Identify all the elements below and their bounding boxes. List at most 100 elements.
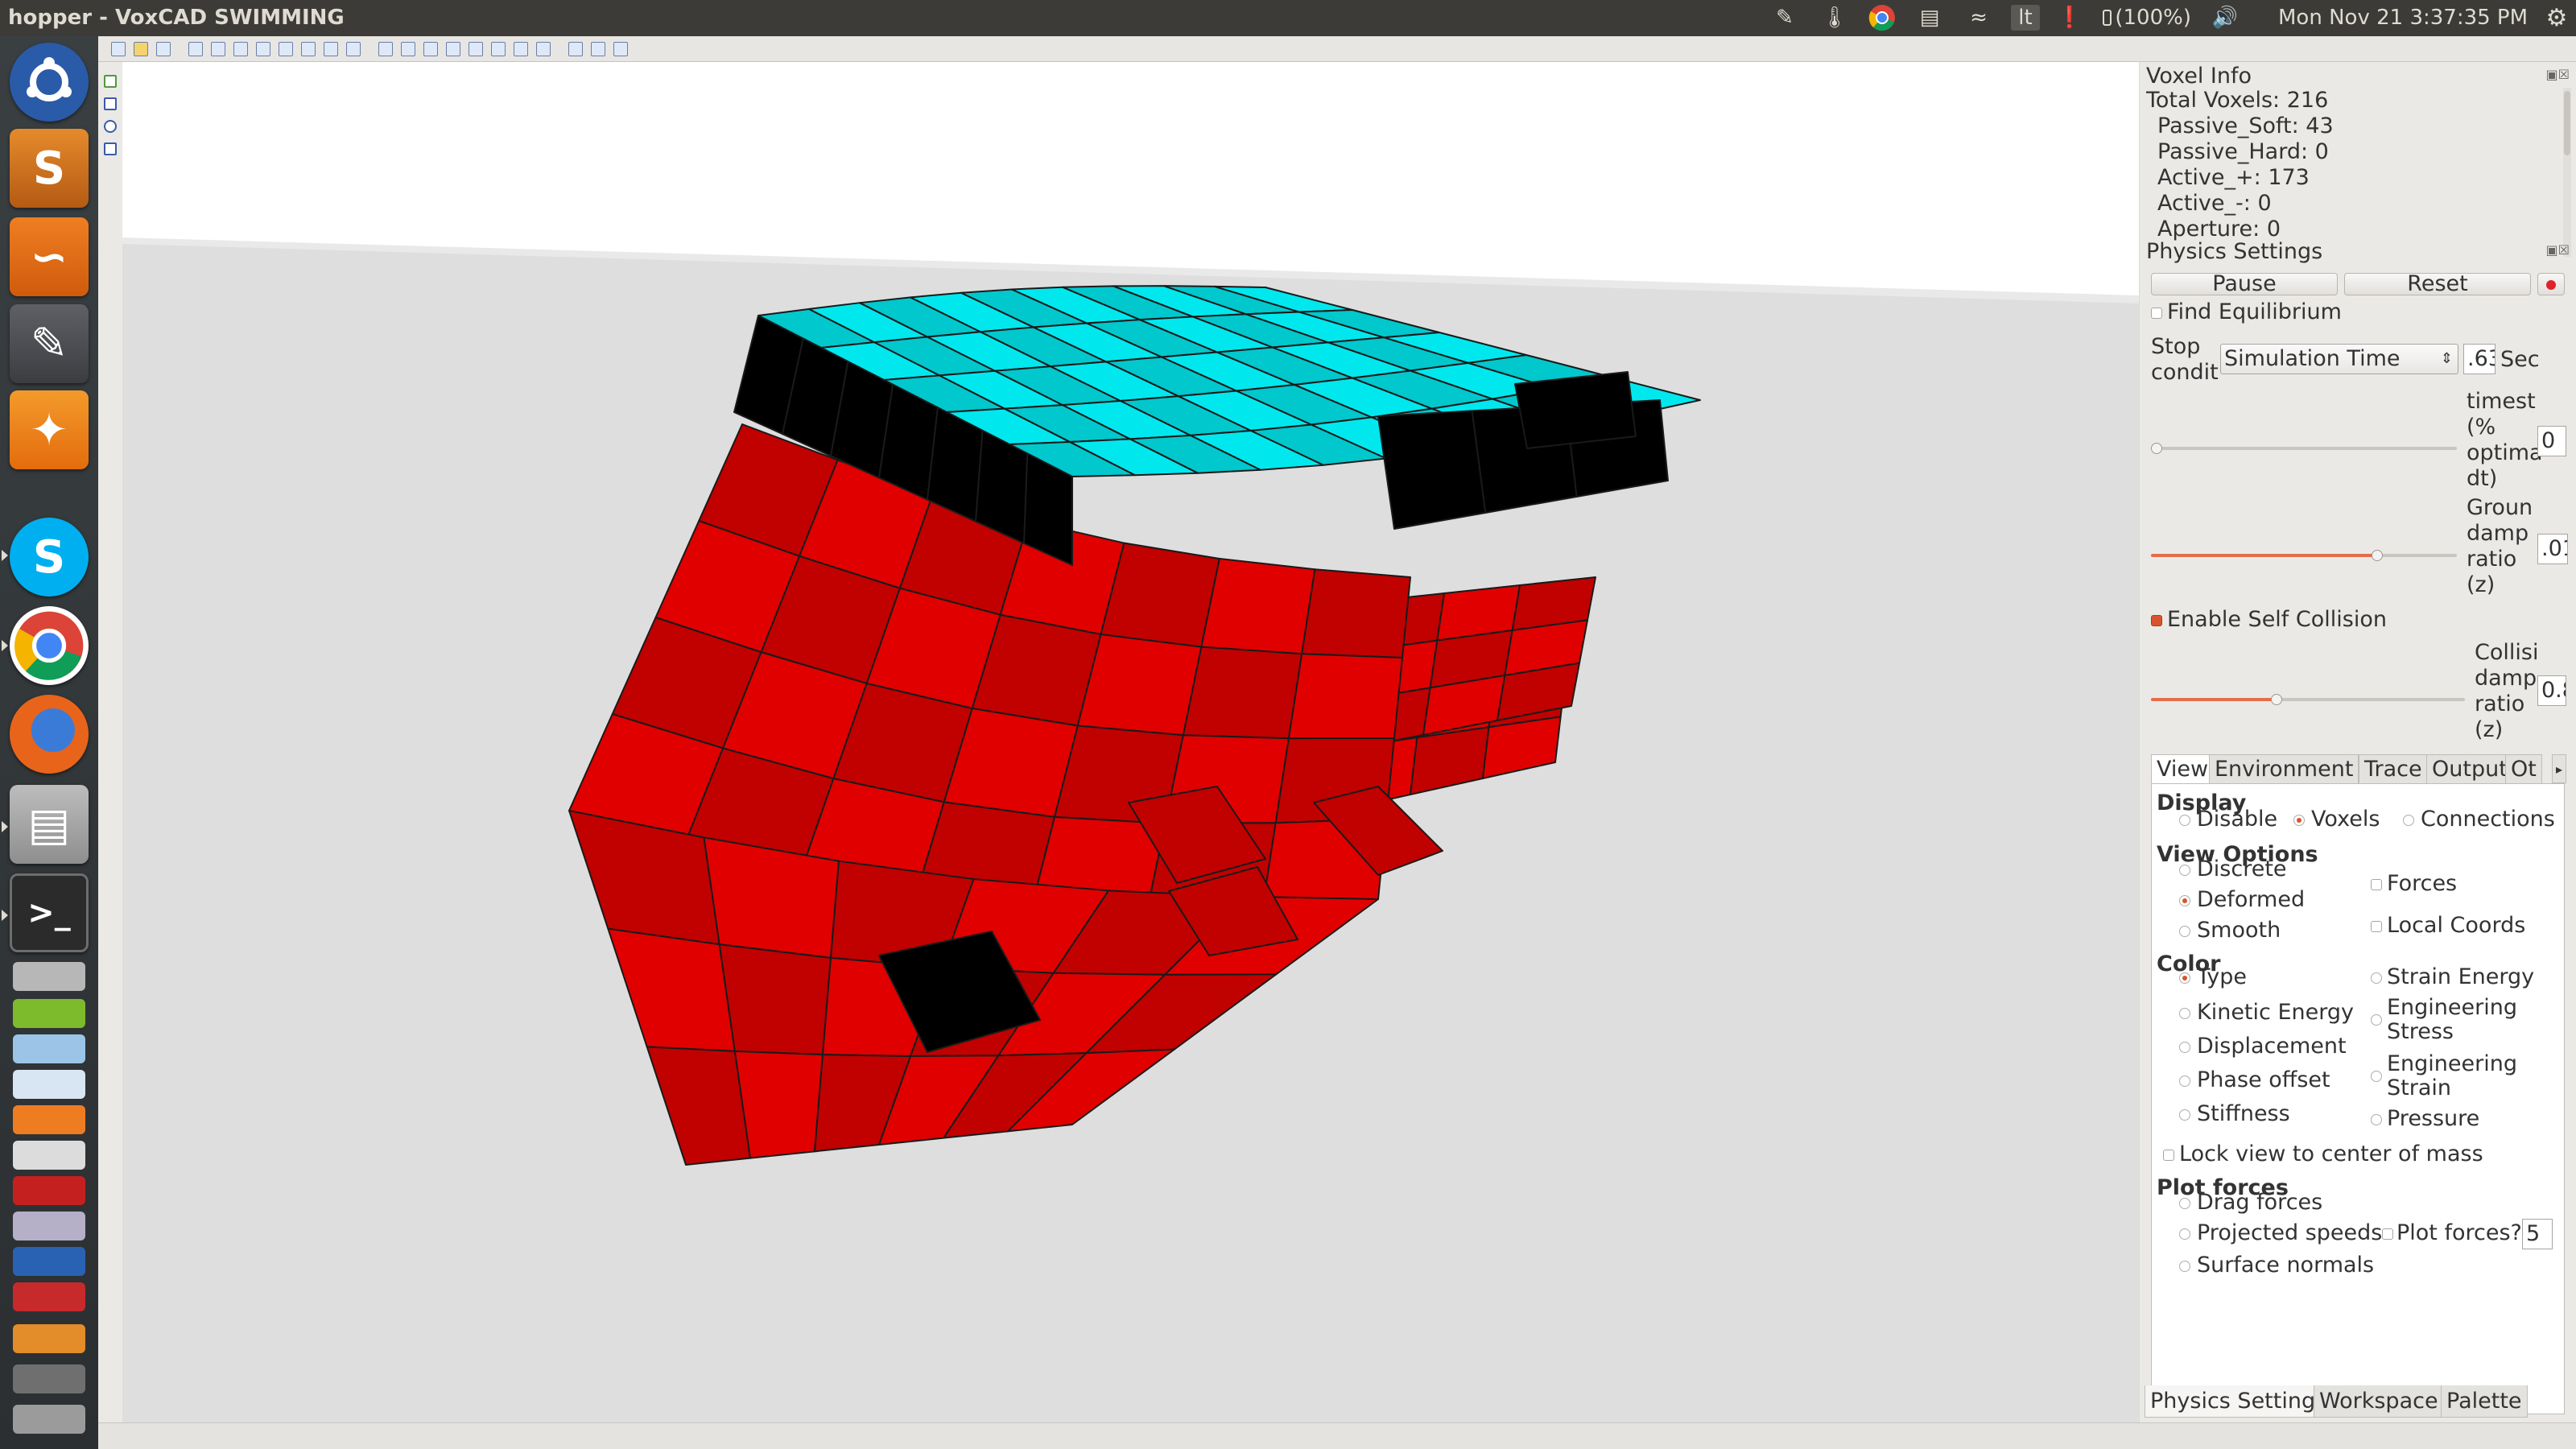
self-collision-checkbox[interactable] [2151, 615, 2162, 626]
kinetic-energy-radio[interactable] [2179, 1008, 2190, 1019]
collision-damping-slider[interactable] [2151, 691, 2465, 708]
pencil-icon[interactable] [423, 42, 438, 56]
projected-speeds-radio[interactable] [2179, 1228, 2190, 1240]
timestep-slider[interactable] [2151, 440, 2457, 456]
new-icon[interactable] [111, 42, 126, 56]
launcher-app-icon[interactable] [13, 1247, 85, 1276]
voxel-info-scrollbar[interactable] [2563, 88, 2571, 257]
zoom-icon[interactable] [188, 42, 203, 56]
view-bottom-icon[interactable] [324, 42, 338, 56]
sublime-text-icon[interactable]: S [10, 129, 89, 208]
launcher-app-icon[interactable] [13, 1364, 85, 1393]
type-radio[interactable] [2179, 972, 2190, 984]
surface-normals-radio[interactable] [2179, 1261, 2190, 1272]
bluetooth-icon[interactable]: ❗ [2057, 5, 2083, 31]
fill-tool-icon[interactable] [104, 142, 117, 155]
record-button[interactable] [2537, 273, 2565, 295]
ubuntu-dash-icon[interactable] [10, 43, 89, 122]
filezilla-icon[interactable] [13, 1176, 85, 1205]
export-icon[interactable] [469, 42, 483, 56]
voxel-scene[interactable] [122, 62, 2139, 1422]
volume-icon[interactable]: 🔊 [2209, 5, 2241, 31]
view-front-icon[interactable] [211, 42, 225, 56]
launcher-app-icon[interactable] [13, 1070, 85, 1099]
lock-view-checkbox[interactable] [2163, 1150, 2174, 1161]
disable-radio[interactable] [2179, 815, 2190, 826]
firefox-icon[interactable] [10, 695, 89, 774]
tab-output[interactable]: Output [2426, 754, 2513, 783]
launcher-app-icon[interactable] [13, 1324, 85, 1353]
grid-icon[interactable] [378, 42, 393, 56]
phase-offset-radio[interactable] [2179, 1075, 2190, 1087]
battery-indicator[interactable]: (100%) [2103, 5, 2191, 31]
monitor-icon[interactable]: ▤ [1916, 5, 1943, 31]
drag-forces-radio[interactable] [2179, 1198, 2190, 1209]
tab-other[interactable]: Ot [2505, 754, 2542, 783]
check-icon[interactable] [446, 42, 460, 56]
gear-icon[interactable]: ⚙ [2542, 4, 2571, 32]
voxels-radio[interactable] [2293, 815, 2305, 826]
engineering-strain-radio[interactable] [2371, 1071, 2382, 1082]
tool-icon[interactable] [401, 42, 415, 56]
engineering-stress-radio[interactable] [2371, 1014, 2382, 1026]
trash-icon[interactable] [13, 1405, 85, 1434]
launcher-app-icon[interactable] [13, 1282, 85, 1311]
clock[interactable]: Mon Nov 21 3:37:35 PM [2278, 5, 2536, 31]
pressure-radio[interactable] [2371, 1114, 2382, 1125]
view-back-icon[interactable] [233, 42, 248, 56]
keyboard-layout-icon[interactable]: lt [2011, 5, 2040, 31]
open-icon[interactable] [134, 42, 148, 56]
tab-palette[interactable]: Palette [2441, 1385, 2528, 1418]
matlab-icon[interactable]: ∽ [10, 217, 89, 296]
skype-icon[interactable]: S [10, 518, 89, 597]
text-editor-icon[interactable]: ✎ [10, 304, 89, 383]
stop-icon[interactable] [591, 42, 605, 56]
tab-workspace[interactable]: Workspace [2314, 1385, 2444, 1418]
view-iso-icon[interactable] [346, 42, 361, 56]
collision-damping-field[interactable]: 0.8 [2537, 675, 2566, 706]
reset-button[interactable]: Reset [2344, 273, 2531, 295]
temperature-icon[interactable]: 🌡 [1821, 5, 1848, 31]
launcher-app-icon[interactable] [13, 999, 85, 1028]
wifi-icon[interactable]: ≈ [1963, 5, 1995, 31]
ellipse-tool-icon[interactable] [104, 120, 117, 133]
strain-energy-radio[interactable] [2371, 972, 2382, 984]
discrete-radio[interactable] [2179, 865, 2190, 876]
launcher-app-icon[interactable] [13, 962, 85, 991]
chrome-icon[interactable] [10, 606, 89, 685]
launcher-app-icon[interactable] [13, 1141, 85, 1170]
blender-icon[interactable]: ✦ [10, 390, 89, 469]
rectangle-tool-icon[interactable] [104, 97, 117, 110]
launcher-app-icon[interactable] [13, 1105, 85, 1134]
tab-physics-settings[interactable]: Physics Settings [2145, 1385, 2333, 1418]
terminal-icon[interactable]: >_ [10, 873, 89, 952]
tab-trace[interactable]: Trace [2359, 754, 2428, 783]
save-icon[interactable] [156, 42, 171, 56]
deformed-radio[interactable] [2179, 895, 2190, 906]
view-top-icon[interactable] [301, 42, 316, 56]
import-icon[interactable] [491, 42, 506, 56]
dock-controls-icon[interactable]: ▣☒ [2546, 67, 2570, 82]
forces-checkbox[interactable] [2371, 879, 2382, 890]
local-coords-checkbox[interactable] [2371, 921, 2382, 932]
connections-radio[interactable] [2403, 815, 2414, 826]
launcher-app-icon[interactable] [13, 1034, 85, 1063]
smooth-radio[interactable] [2179, 926, 2190, 937]
launcher-app-icon[interactable] [13, 1212, 85, 1241]
timestep-field[interactable]: 0 [2537, 426, 2566, 456]
ground-damping-slider[interactable] [2151, 547, 2457, 564]
camera-icon[interactable] [536, 42, 551, 56]
play-icon[interactable] [568, 42, 583, 56]
view-right-icon[interactable] [279, 42, 293, 56]
stiffness-radio[interactable] [2179, 1109, 2190, 1121]
stop-condition-select[interactable]: Simulation Time ⇕ [2220, 344, 2458, 374]
3d-viewport[interactable] [122, 62, 2139, 1422]
tab-scroll-right-icon[interactable]: ▸ [2552, 754, 2566, 783]
ground-damping-field[interactable]: .01 [2537, 534, 2568, 564]
stop-value-field[interactable]: .63 [2463, 344, 2496, 374]
dock-controls-icon[interactable]: ▣☒ [2546, 242, 2570, 258]
tab-environment[interactable]: Environment [2209, 754, 2359, 783]
tab-view[interactable]: View [2151, 754, 2215, 783]
pencil-tool-icon[interactable] [104, 75, 117, 88]
files-icon[interactable]: ▤ [10, 785, 89, 864]
